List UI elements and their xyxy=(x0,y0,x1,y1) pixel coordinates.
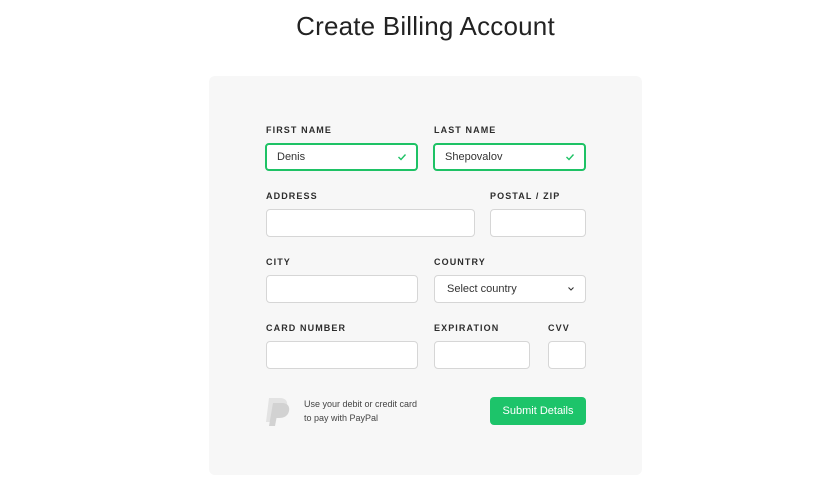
last-name-label: LAST NAME xyxy=(434,125,497,135)
address-label: ADDRESS xyxy=(266,191,318,201)
cvv-label: CVV xyxy=(548,323,570,333)
city-input[interactable] xyxy=(266,275,418,303)
postal-zip-input[interactable] xyxy=(490,209,586,237)
city-label: CITY xyxy=(266,257,291,267)
country-select[interactable]: Select country xyxy=(434,275,586,303)
check-icon xyxy=(398,154,407,161)
submit-details-button[interactable]: Submit Details xyxy=(490,397,586,425)
last-name-value: Shepovalov xyxy=(445,151,503,163)
country-selected-value: Select country xyxy=(447,283,517,295)
paypal-icon xyxy=(266,398,290,426)
expiration-input[interactable] xyxy=(434,341,530,369)
chevron-down-icon xyxy=(568,287,574,291)
card-number-input[interactable] xyxy=(266,341,418,369)
card-number-label: CARD NUMBER xyxy=(266,323,347,333)
first-name-label: FIRST NAME xyxy=(266,125,332,135)
postal-zip-label: POSTAL / ZIP xyxy=(490,191,561,201)
page-title: Create Billing Account xyxy=(296,11,555,41)
address-input[interactable] xyxy=(266,209,475,237)
first-name-value: Denis xyxy=(277,151,306,163)
last-name-field[interactable]: Shepovalov xyxy=(433,143,586,171)
cvv-input[interactable] xyxy=(548,341,586,369)
expiration-label: EXPIRATION xyxy=(434,323,500,333)
paypal-text-line-2: to pay with PayPal xyxy=(304,413,379,423)
first-name-field[interactable]: Denis xyxy=(265,143,418,171)
paypal-text-line-1: Use your debit or credit card xyxy=(304,399,418,409)
paypal-description: Use your debit or credit card to pay wit… xyxy=(304,397,417,425)
check-icon xyxy=(566,154,575,161)
country-label: COUNTRY xyxy=(434,257,486,267)
